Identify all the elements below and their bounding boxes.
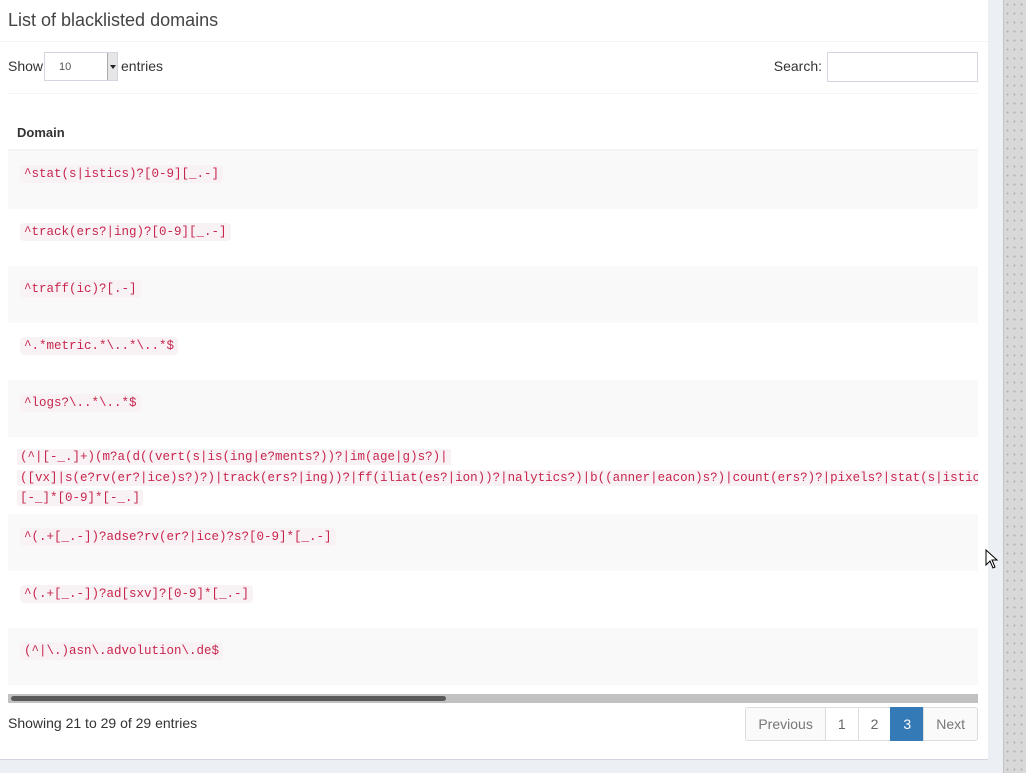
domain-pattern: ^track(ers?|ing)?[0-9][_.-] [20,223,231,241]
table-row: (^|\.)asn\.advolution\.de$ [8,628,978,685]
domain-pattern: (^|\.)asn\.advolution\.de$ [20,642,224,660]
table-info: Showing 21 to 29 of 29 entries [8,715,198,731]
column-header-domain[interactable]: Domain [8,94,978,151]
mouse-cursor-icon [985,549,999,569]
pagination-page-3[interactable]: 3 [890,707,925,741]
pagination: Previous 1 2 3 Next [745,707,978,741]
pagination-page-2[interactable]: 2 [857,707,892,741]
page-scrollbar-track[interactable] [1003,0,1026,773]
horizontal-scrollbar[interactable] [8,694,978,703]
domain-pattern: ^(.+[_.-])?ad[sxv]?[0-9]*[_.-] [20,585,254,603]
domain-table: Domain ^stat(s|istics)?[0-9][_.-] ^track… [8,93,978,703]
panel-header: List of blacklisted domains [0,0,988,42]
entries-label: entries [121,58,164,74]
table-row: ^logs?\..*\..*$ [8,380,978,437]
pagination-previous-button[interactable]: Previous [745,707,826,741]
table-row: ^track(ers?|ing)?[0-9][_.-] [8,209,978,266]
entries-per-page-select[interactable]: 10 [44,52,118,81]
scrollbar-thumb[interactable] [11,696,446,701]
chevron-down-icon[interactable] [107,53,117,80]
domain-pattern: ^.*metric.*\..*\..*$ [20,337,179,355]
search-input[interactable] [827,52,978,82]
domain-pattern-line: [-_]*[0-9]*[-_.] [17,490,144,506]
domain-pattern: ^stat(s|istics)?[0-9][_.-] [20,165,224,183]
show-label: Show [8,58,44,74]
entries-per-page-value: 10 [59,61,72,73]
table-row: ^traff(ic)?[.-] [8,266,978,323]
domain-pattern-line: (^|[-_.]+)(m?a(d((vert(s|is(ing|e?ments?… [17,449,451,465]
pagination-page-1[interactable]: 1 [824,707,859,741]
domain-pattern: ^traff(ic)?[.-] [20,280,141,298]
search-label: Search: [773,58,822,74]
table-row: (^|[-_.]+)(m?a(d((vert(s|is(ing|e?ments?… [8,437,978,514]
table-row: ^(.+[_.-])?ad[sxv]?[0-9]*[_.-] [8,571,978,628]
page-title: List of blacklisted domains [8,10,219,30]
pagination-next-button[interactable]: Next [923,707,978,741]
domain-pattern: ^(.+[_.-])?adse?rv(er?|ice)?s?[0-9]*[_.-… [20,528,336,546]
table-row: ^(.+[_.-])?adse?rv(er?|ice)?s?[0-9]*[_.-… [8,514,978,571]
table-row: ^.*metric.*\..*\..*$ [8,323,978,380]
blacklist-panel: List of blacklisted domains Show 10 entr… [0,0,988,760]
domain-pattern-multiline: (^|[-_.]+)(m?a(d((vert(s|is(ing|e?ments?… [17,447,978,509]
table-controls: Show 10 entries Search: [8,52,978,82]
domain-pattern: ^logs?\..*\..*$ [20,394,141,412]
domain-pattern-line: ([vx]|s(e?rv(er?|ice)s?)?)|track(ers?|in… [17,469,978,486]
table-row: ^stat(s|istics)?[0-9][_.-] [8,151,978,209]
